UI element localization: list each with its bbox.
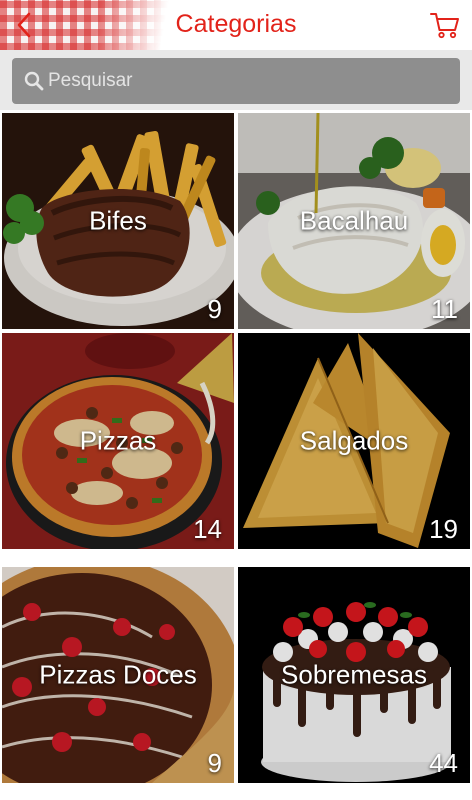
category-tile-salgados[interactable]: Salgados 19: [238, 333, 470, 549]
category-count: 11: [431, 294, 458, 324]
search-icon: [24, 71, 44, 91]
category-tile-sobremesas[interactable]: Sobremesas 44: [238, 567, 470, 783]
category-count: 14: [193, 514, 222, 544]
category-name: Sobremesas: [281, 659, 427, 690]
page-title: Categorias: [175, 10, 297, 38]
category-count: 19: [429, 514, 458, 544]
category-count: 9: [207, 748, 222, 778]
category-count: 9: [207, 294, 222, 324]
category-name: Pizzas Doces: [39, 659, 197, 690]
search-box[interactable]: [12, 58, 460, 104]
category-count: 44: [429, 748, 458, 778]
category-name: Bifes: [89, 205, 147, 236]
category-tile-pizzas-doces[interactable]: Pizzas Doces 9: [2, 567, 234, 783]
category-name: Salgados: [299, 425, 409, 456]
category-name: Bacalhau: [299, 205, 409, 236]
app-header: Categorias: [0, 0, 472, 50]
category-tile-pizzas[interactable]: Pizzas 14: [2, 333, 234, 549]
category-name: Pizzas: [79, 425, 157, 456]
cart-icon: [430, 13, 459, 39]
search-bar: [0, 50, 472, 110]
cart-button[interactable]: [428, 8, 462, 42]
category-tile-bifes[interactable]: Bifes 9: [2, 113, 234, 329]
category-tile-bacalhau[interactable]: Bacalhau 11: [238, 113, 470, 329]
search-input[interactable]: [44, 58, 460, 104]
category-grid: Bifes 9 Bacalhau 11 Pizzas 14 Salgados 1…: [0, 110, 472, 800]
